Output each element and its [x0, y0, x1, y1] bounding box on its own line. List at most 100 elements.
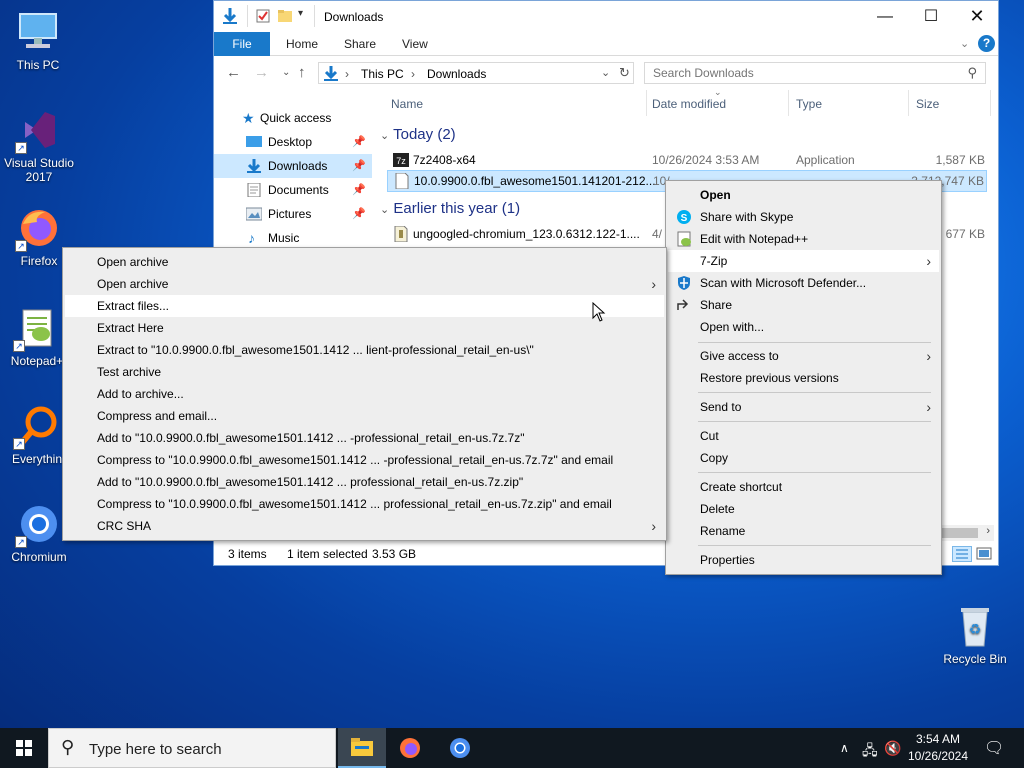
- menu-item-extract-files[interactable]: Extract files...: [65, 295, 664, 317]
- taskbar: ⚲ Type here to search ∧ 🖧 🔇 3:54 AM 10/2…: [0, 728, 1024, 768]
- taskbar-firefox[interactable]: [386, 728, 434, 768]
- maximize-button[interactable]: ☐: [908, 1, 954, 32]
- column-header-date[interactable]: Date modified: [652, 97, 726, 111]
- forward-arrow-icon[interactable]: →: [254, 64, 269, 81]
- menu-item-open-archive[interactable]: Open archive: [65, 251, 664, 273]
- menu-item-compress-to-zip-and-email[interactable]: Compress to "10.0.9900.0.fbl_awesome1501…: [65, 493, 664, 515]
- menu-item-restore-previous-versions[interactable]: Restore previous versions: [668, 367, 939, 389]
- menu-item-compress-and-email[interactable]: Compress and email...: [65, 405, 664, 427]
- tab-share[interactable]: Share: [330, 32, 390, 56]
- help-icon[interactable]: ?: [978, 35, 995, 52]
- search-icon[interactable]: ⚲: [967, 65, 977, 81]
- file-name: 7z2408-x64: [413, 153, 476, 167]
- menu-item-add-to-archive[interactable]: Add to archive...: [65, 383, 664, 405]
- menu-item-crc-sha[interactable]: CRC SHA ›: [65, 515, 664, 537]
- recent-locations-chevron-icon[interactable]: ⌄: [282, 67, 290, 78]
- address-row: ← → ⌄ ↑ › This PC › Downloads ⌄ ↻ ⚲: [214, 56, 998, 90]
- menu-item-give-access-to[interactable]: Give access to ›: [668, 345, 939, 367]
- search-box[interactable]: ⚲: [644, 62, 986, 84]
- pictures-icon: [246, 207, 262, 221]
- show-hidden-icons-chevron-icon[interactable]: ∧: [840, 741, 849, 755]
- submenu-chevron-icon: ›: [926, 399, 931, 415]
- minimize-button[interactable]: —: [862, 1, 908, 32]
- tab-view[interactable]: View: [388, 32, 442, 56]
- new-folder-icon[interactable]: [278, 9, 292, 23]
- column-divider[interactable]: [990, 90, 991, 116]
- close-button[interactable]: ✕: [954, 1, 1000, 32]
- nav-item-quick-access[interactable]: ★ Quick access: [214, 106, 372, 130]
- shortcut-arrow-icon: ↗: [15, 240, 27, 252]
- menu-item-delete[interactable]: Delete: [668, 498, 939, 520]
- address-dropdown-chevron-icon[interactable]: ⌄: [601, 66, 610, 79]
- menu-item-cut[interactable]: Cut: [668, 425, 939, 447]
- column-divider[interactable]: [646, 90, 647, 116]
- scrollbar-thumb[interactable]: [942, 528, 978, 538]
- system-clock[interactable]: 3:54 AM 10/26/2024: [902, 731, 974, 765]
- menu-item-open-with[interactable]: Open with...: [668, 316, 939, 338]
- tab-home[interactable]: Home: [272, 32, 332, 56]
- group-header-earlier-this-year[interactable]: ⌄ Earlier this year (1): [380, 200, 520, 217]
- nav-item-downloads[interactable]: Downloads 📌: [214, 154, 372, 178]
- group-header-today[interactable]: ⌄ Today (2): [380, 126, 456, 143]
- menu-item-copy[interactable]: Copy: [668, 447, 939, 469]
- menu-item-open-archive-submenu[interactable]: Open archive ›: [65, 273, 664, 295]
- taskbar-file-explorer[interactable]: [338, 728, 386, 768]
- large-icons-view-icon[interactable]: [976, 546, 992, 562]
- scroll-right-chevron-icon[interactable]: ›: [986, 525, 990, 537]
- file-type: Application: [796, 153, 855, 167]
- breadcrumb-downloads[interactable]: Downloads: [427, 67, 486, 81]
- menu-item-properties[interactable]: Properties: [668, 549, 939, 571]
- network-icon[interactable]: 🖧: [862, 740, 878, 764]
- customize-quick-access-dropdown[interactable]: ▾: [298, 8, 303, 19]
- nav-item-label: Downloads: [268, 159, 328, 173]
- column-divider[interactable]: [908, 90, 909, 116]
- properties-checkbox-icon[interactable]: [256, 9, 270, 23]
- title-bar[interactable]: ▾ Downloads — ☐ ✕: [214, 1, 998, 32]
- menu-item-label: Copy: [700, 451, 729, 465]
- address-bar[interactable]: › This PC › Downloads ⌄ ↻: [318, 62, 634, 84]
- menu-item-add-to-zip[interactable]: Add to "10.0.9900.0.fbl_awesome1501.1412…: [65, 471, 664, 493]
- menu-item-extract-to-folder[interactable]: Extract to "10.0.9900.0.fbl_awesome1501.…: [65, 339, 664, 361]
- menu-item-7zip[interactable]: 7-Zip ›: [668, 250, 939, 272]
- nav-item-desktop[interactable]: Desktop 📌: [214, 130, 372, 154]
- volume-muted-icon[interactable]: 🔇: [884, 740, 901, 757]
- taskbar-chromium[interactable]: [436, 728, 484, 768]
- desktop-icon-recycle-bin[interactable]: ♻ Recycle Bin: [937, 602, 1013, 666]
- taskbar-search-box[interactable]: ⚲ Type here to search: [48, 728, 336, 768]
- svg-text:7z: 7z: [396, 156, 406, 166]
- menu-item-rename[interactable]: Rename: [668, 520, 939, 542]
- menu-item-edit-with-notepadpp[interactable]: Edit with Notepad++: [668, 228, 939, 250]
- desktop-icon-this-pc[interactable]: This PC: [0, 8, 76, 72]
- window-title: Downloads: [324, 10, 384, 24]
- nav-item-pictures[interactable]: Pictures 📌: [214, 202, 372, 226]
- menu-item-add-to-7z[interactable]: Add to "10.0.9900.0.fbl_awesome1501.1412…: [65, 427, 664, 449]
- menu-item-scan-defender[interactable]: Scan with Microsoft Defender...: [668, 272, 939, 294]
- menu-item-share-with-skype[interactable]: S Share with Skype: [668, 206, 939, 228]
- menu-item-compress-to-7z-and-email[interactable]: Compress to "10.0.9900.0.fbl_awesome1501…: [65, 449, 664, 471]
- nav-item-documents[interactable]: Documents 📌: [214, 178, 372, 202]
- desktop-icon-visual-studio[interactable]: ↗ Visual Studio 2017: [1, 106, 77, 184]
- notifications-icon[interactable]: 🗨: [984, 738, 1004, 758]
- up-arrow-icon[interactable]: ↑: [298, 64, 306, 81]
- column-header-name[interactable]: Name: [391, 97, 423, 111]
- start-button[interactable]: [0, 728, 48, 768]
- menu-item-create-shortcut[interactable]: Create shortcut: [668, 476, 939, 498]
- menu-item-extract-here[interactable]: Extract Here: [65, 317, 664, 339]
- column-divider[interactable]: [788, 90, 789, 116]
- menu-item-open[interactable]: Open: [668, 184, 939, 206]
- file-row[interactable]: 7z 7z2408-x64 10/26/2024 3:53 AM Applica…: [387, 149, 987, 171]
- ribbon-tabs: File Home Share View ⌄ ?: [214, 32, 998, 56]
- breadcrumb-this-pc[interactable]: This PC: [361, 67, 404, 81]
- file-size: 1,587 KB: [935, 153, 985, 167]
- details-view-icon[interactable]: [952, 546, 972, 562]
- column-header-type[interactable]: Type: [796, 97, 822, 111]
- refresh-icon[interactable]: ↻: [619, 65, 630, 81]
- search-input[interactable]: [645, 63, 945, 83]
- menu-item-send-to[interactable]: Send to ›: [668, 396, 939, 418]
- menu-item-test-archive[interactable]: Test archive: [65, 361, 664, 383]
- expand-ribbon-chevron-icon[interactable]: ⌄: [960, 37, 969, 50]
- menu-item-share[interactable]: Share: [668, 294, 939, 316]
- tab-file[interactable]: File: [214, 32, 270, 56]
- back-arrow-icon[interactable]: ←: [226, 64, 241, 81]
- column-header-size[interactable]: Size: [916, 97, 939, 111]
